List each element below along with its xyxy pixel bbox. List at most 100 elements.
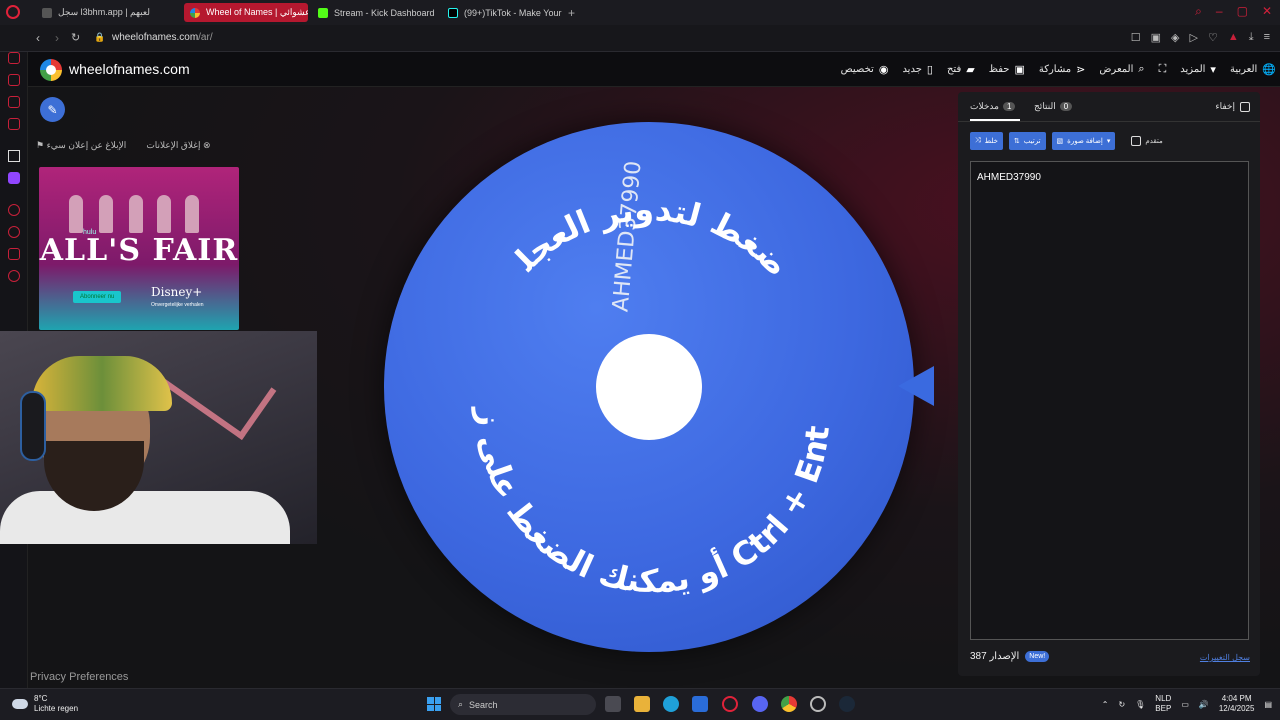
close-ads-button[interactable]: إغلاق الإعلانات ⊗ <box>146 140 210 151</box>
chrome-icon[interactable] <box>781 696 797 712</box>
new-tab-button[interactable]: + <box>566 3 582 22</box>
aria-icon[interactable] <box>8 52 20 64</box>
store-icon[interactable] <box>692 696 708 712</box>
save-icon: ▣ <box>1014 64 1025 76</box>
edge-icon[interactable] <box>663 696 679 712</box>
twitch-icon[interactable] <box>8 172 20 184</box>
cloud-icon <box>12 699 28 709</box>
taskbar-search[interactable]: ⌕ Search <box>450 694 596 715</box>
edit-pencil-button[interactable]: ✎ <box>40 97 65 122</box>
forward-icon[interactable]: › <box>55 31 59 45</box>
add-image-button[interactable]: ▧ إضافة صورة ▾ <box>1051 132 1116 150</box>
shield-icon[interactable]: ◈ <box>1171 31 1179 44</box>
menu-gallery[interactable]: ⌕ المعرض <box>1099 63 1144 76</box>
ad-disney-logo: Disney+ <box>151 285 203 299</box>
advanced-checkbox[interactable] <box>1131 136 1142 146</box>
wallet-icon[interactable]: ▲ <box>1228 31 1239 44</box>
task-view-icon[interactable] <box>605 696 621 712</box>
entries-textarea[interactable]: AHMED37990 <box>970 161 1249 640</box>
notifications-icon[interactable]: ▤ <box>1264 700 1272 709</box>
menu-new[interactable]: ▯ جديد <box>902 63 933 76</box>
app-icon[interactable] <box>8 150 20 162</box>
reload-icon[interactable]: ↻ <box>71 31 80 44</box>
address-bar-actions: ☐ ▣ ◈ ▷ ♡ ▲ ⤓ ≡ <box>1131 31 1270 44</box>
messenger-icon[interactable] <box>8 96 20 108</box>
weather-widget[interactable]: 8°C Lichte regen <box>12 694 78 714</box>
site-name[interactable]: wheelofnames.com <box>69 61 190 77</box>
close-icon[interactable]: ✕ <box>1262 4 1272 19</box>
tab-kick-dashboard[interactable]: Stream - Kick Dashboard <box>312 3 436 22</box>
start-button[interactable] <box>427 697 441 711</box>
tab-entries[interactable]: مدخلات 1 <box>970 101 1016 112</box>
menu-save[interactable]: ▣ حفظ <box>989 63 1025 76</box>
advanced-toggle[interactable]: متقدم <box>1131 136 1163 146</box>
sort-label: ترتيب <box>1023 138 1041 145</box>
opera-gx-icon[interactable] <box>722 696 738 712</box>
tab-results-label: النتائج <box>1034 101 1056 111</box>
changelog-link[interactable]: سجل التغييرات <box>1200 653 1250 662</box>
sort-button[interactable]: ⇅ ترتيب <box>1008 132 1046 150</box>
obs-icon[interactable] <box>810 696 826 712</box>
language-indicator[interactable]: NLD BEP <box>1155 694 1171 714</box>
extensions-icon[interactable] <box>8 248 20 260</box>
chevron-up-icon[interactable]: ⌃ <box>1102 700 1109 709</box>
image-icon: ▧ <box>1056 138 1064 145</box>
advertisement-banner[interactable]: hulu ALL'S FAIR Abonneer nu Disney+ Onve… <box>39 167 239 330</box>
menu-fullscreen[interactable]: ⛶ <box>1159 63 1167 76</box>
crypto-wallet-icon[interactable] <box>8 74 20 86</box>
microphone-icon[interactable]: 🎙 <box>1135 700 1145 709</box>
search-tabs-icon[interactable]: ⌕ <box>1195 4 1202 19</box>
window-controls: ⌕ – ▢ ✕ <box>1195 4 1272 19</box>
tab-l3bhm[interactable]: سجل l3bhm.app | لعبهم <box>36 3 176 22</box>
snapshot-icon[interactable]: ▣ <box>1151 31 1161 44</box>
report-ad-button[interactable]: ⚑ الإبلاغ عن إعلان سيء <box>36 140 126 151</box>
play-icon[interactable]: ▷ <box>1189 31 1197 44</box>
tab-wheel-of-names[interactable]: Wheel of Names | عشوائي <box>184 3 308 22</box>
maximize-icon[interactable]: ▢ <box>1237 4 1248 19</box>
wheel-logo-icon[interactable] <box>40 59 62 81</box>
spin-wheel[interactable]: AHMED37990 اضغط لتدوير العجلة أو يمكنك ا… <box>384 122 914 652</box>
ad-controls: ⚑ الإبلاغ عن إعلان سيء إغلاق الإعلانات ⊗ <box>36 140 211 151</box>
sync-icon[interactable]: ↻ <box>1118 700 1125 709</box>
start-tile <box>427 697 434 704</box>
clock[interactable]: 4:04 PM 12/4/2025 <box>1219 694 1255 714</box>
hide-toggle[interactable]: إخفاء <box>1215 101 1250 112</box>
menu-open[interactable]: ▰ فتح <box>947 63 975 76</box>
minimize-icon[interactable]: – <box>1216 4 1223 19</box>
menu-language[interactable]: 🌐 العربية <box>1230 63 1276 76</box>
discord-icon[interactable] <box>752 696 768 712</box>
file-explorer-icon[interactable] <box>634 696 650 712</box>
steam-icon[interactable] <box>839 696 855 712</box>
search-icon: ⌕ <box>458 699 464 709</box>
panel-tabs: مدخلات 1 النتائج 0 إخفاء <box>958 92 1260 122</box>
tab-label: (99+)TikTok - Make Your <box>464 7 562 18</box>
back-icon[interactable]: ‹ <box>36 31 40 45</box>
tab-results[interactable]: النتائج 0 <box>1034 101 1073 112</box>
opera-logo-icon[interactable] <box>6 5 20 19</box>
wheel-center-hub[interactable] <box>596 334 702 440</box>
network-icon[interactable]: ▭ <box>1181 700 1189 709</box>
ad-cta-button[interactable]: Abonneer nu <box>73 291 122 303</box>
privacy-preferences-link[interactable]: Privacy Preferences <box>30 671 128 683</box>
volume-icon[interactable]: 🔊 <box>1199 700 1209 709</box>
instagram-icon[interactable] <box>8 118 20 130</box>
history-icon[interactable] <box>8 226 20 238</box>
weather-temp: 8°C <box>34 694 48 703</box>
webcam-overlay <box>0 331 317 544</box>
bookmark-icon[interactable]: ☐ <box>1131 31 1141 44</box>
tab-tiktok[interactable]: (99+)TikTok - Make Your <box>442 3 564 22</box>
hide-checkbox[interactable] <box>1240 101 1250 112</box>
hide-label: إخفاء <box>1215 101 1235 111</box>
chevron-down-icon: ▾ <box>1210 64 1216 76</box>
menu-icon[interactable]: ≡ <box>1264 31 1270 44</box>
heart-icon[interactable]: ♡ <box>1208 31 1218 44</box>
tab-label: Stream - Kick Dashboard <box>334 7 435 18</box>
download-icon[interactable]: ⤓ <box>1249 31 1254 44</box>
shuffle-button[interactable]: ⤨ خلط <box>970 132 1003 150</box>
settings-gear-icon[interactable] <box>8 270 20 282</box>
menu-share[interactable]: ⋖ مشاركة <box>1039 63 1086 76</box>
menu-more[interactable]: ▾ المزيد <box>1180 63 1216 76</box>
player-icon[interactable] <box>8 204 20 216</box>
url-field[interactable]: wheelofnames.com/ar/ <box>112 32 213 43</box>
menu-customize[interactable]: ◉ تخصيص <box>841 63 889 76</box>
